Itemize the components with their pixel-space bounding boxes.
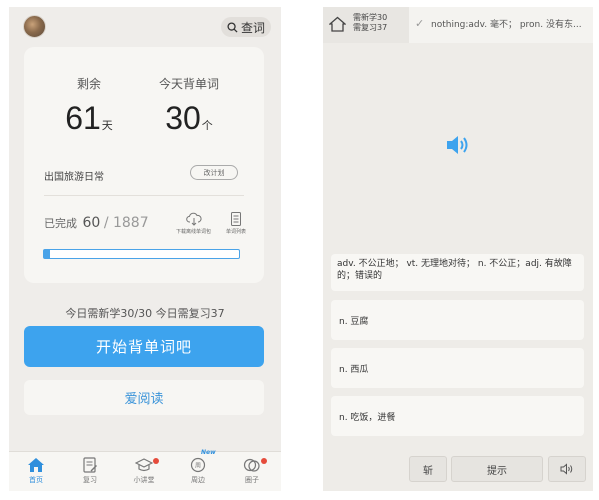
- tab-label: 复习: [83, 476, 97, 484]
- pronounce-button[interactable]: [445, 133, 471, 161]
- wordlist-label: 单词列表: [226, 229, 247, 235]
- option-meaning-4[interactable]: n. 吃饭，进餐: [331, 396, 584, 436]
- kill-word-button[interactable]: 斩: [409, 456, 447, 482]
- recent-word: nothing:adv. 毫不； pron. 没有东...: [431, 20, 582, 30]
- tab-nearby[interactable]: 周 周边 New: [171, 449, 225, 491]
- new-badge: New: [201, 449, 216, 456]
- notification-dot: [261, 458, 267, 464]
- tab-label: 小讲堂: [133, 476, 155, 484]
- check-icon: ✓: [415, 17, 425, 30]
- today-label: 今天背单词: [158, 77, 219, 91]
- remaining-value-row: 61天: [34, 100, 144, 137]
- session-counts: 需新学30 需复习37: [353, 13, 387, 33]
- tab-label: 首页: [29, 476, 43, 484]
- review-count: 需复习37: [353, 23, 388, 32]
- option-meaning-1[interactable]: adv. 不公正地； vt. 无理地对待； n. 不公正；adj. 有故障的；错…: [331, 254, 584, 291]
- change-plan-button[interactable]: 改计划: [190, 165, 238, 180]
- search-icon: [227, 21, 238, 33]
- search-button[interactable]: 查词: [221, 17, 271, 37]
- svg-text:周: 周: [195, 463, 201, 470]
- today-words: 今天背单词 30个: [134, 75, 244, 137]
- tab-label: 周边: [191, 476, 205, 484]
- avatar[interactable]: [23, 15, 46, 38]
- remaining-label: 剩余: [76, 77, 101, 91]
- remaining-unit: 天: [101, 120, 113, 132]
- home-screen: 查词 剩余 61天 今天背单词 30个 出国旅游日常 改计划 已完成 60 / …: [9, 7, 281, 491]
- list-icon: [231, 212, 241, 226]
- today-value: 30: [165, 100, 201, 136]
- start-button[interactable]: 开始背单词吧: [24, 326, 264, 367]
- quiz-screen: 需新学30 需复习37 ✓ nothing:adv. 毫不； pron. 没有东…: [323, 7, 593, 491]
- recent-word-bar[interactable]: ✓ nothing:adv. 毫不； pron. 没有东...: [409, 7, 593, 43]
- tab-bar: 首页 复习 小讲堂 周 周边 New 圈子: [9, 449, 281, 491]
- plan-name: 出国旅游日常: [44, 172, 104, 183]
- tab-home[interactable]: 首页: [9, 452, 63, 491]
- hint-button[interactable]: 提示: [451, 456, 543, 482]
- today-unit: 个: [201, 120, 213, 132]
- download-label: 下载离线单词包: [176, 229, 212, 235]
- home-icon: [28, 458, 44, 472]
- speaker-icon: [447, 136, 468, 154]
- total-value: / 1887: [103, 215, 149, 231]
- home-outline-icon: [328, 16, 347, 32]
- completed-label: 已完成: [44, 217, 77, 230]
- tab-label: 圈子: [245, 476, 259, 484]
- speaker-small-icon: [560, 463, 573, 475]
- remaining-days: 剩余 61天: [34, 75, 144, 137]
- completed-value: 60: [82, 215, 101, 231]
- option-meaning-3[interactable]: n. 西瓜: [331, 348, 584, 388]
- quiz-bottom-bar: 斩 提示: [323, 451, 593, 491]
- quiz-header: 需新学30 需复习37 ✓ nothing:adv. 毫不； pron. 没有东…: [323, 7, 593, 43]
- today-summary: 今日需新学30/30 今日需复习37: [65, 307, 225, 320]
- notification-dot: [153, 458, 159, 464]
- search-label: 查词: [240, 20, 265, 35]
- download-offline-button[interactable]: 下载离线单词包: [176, 212, 211, 235]
- tab-classroom[interactable]: 小讲堂: [117, 452, 171, 491]
- today-value-row: 30个: [134, 100, 244, 137]
- stats-card: 剩余 61天 今天背单词 30个 出国旅游日常 改计划 已完成 60 / 188…: [24, 47, 264, 283]
- completed-count: 已完成 60 / 1887: [44, 215, 149, 231]
- nearby-icon: 周: [190, 457, 206, 473]
- cloud-download-icon: [185, 212, 202, 226]
- divider: [44, 195, 244, 196]
- new-count: 需新学30: [353, 13, 388, 22]
- option-meaning-2[interactable]: n. 豆腐: [331, 300, 584, 340]
- tab-review[interactable]: 复习: [63, 452, 117, 491]
- classroom-icon: [135, 458, 153, 472]
- top-bar: 查词: [9, 7, 281, 47]
- circle-icon: [243, 458, 260, 472]
- tab-circle[interactable]: 圈子: [225, 452, 279, 491]
- read-button[interactable]: 爱阅读: [24, 380, 264, 415]
- replay-audio-button[interactable]: [548, 456, 586, 482]
- review-icon: [83, 457, 97, 473]
- word-list-button[interactable]: 单词列表: [226, 212, 246, 235]
- home-button[interactable]: [328, 16, 347, 36]
- remaining-value: 61: [65, 100, 101, 136]
- progress-bar: [43, 249, 240, 259]
- progress-fill: [44, 250, 51, 258]
